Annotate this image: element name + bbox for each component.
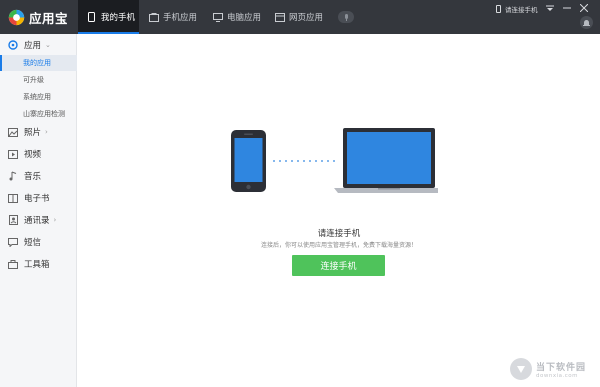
sidebar-item-label: 电子书 [24,194,50,204]
sidebar-item-toolbox[interactable]: 工具箱 [0,254,77,274]
sidebar-subitem-fake-app-check[interactable]: 山寨应用检测 [0,106,77,122]
sidebar-item-label: 工具箱 [24,260,50,270]
photo-icon [8,127,18,137]
menu-button[interactable] [545,3,555,13]
sidebar-item-label: 应用 [24,41,42,51]
sidebar-item-apps[interactable]: 应用 ⌄ [0,35,77,55]
tab-pc-apps[interactable]: 电脑应用 [212,0,272,34]
contacts-icon [8,215,18,225]
sidebar: 应用 ⌄ 我的应用 可升级 系统应用 山寨应用检测 照片 › 视频 音乐 电子书 [0,34,77,387]
sidebar-subitem-upgradable[interactable]: 可升级 [0,72,77,88]
sidebar-item-sms[interactable]: 短信 [0,232,77,252]
watermark: 当下软件园 downxia.com [510,355,594,383]
connection-dots [273,160,335,162]
sidebar-subitem-label: 系统应用 [23,93,51,101]
watermark-url: downxia.com [536,372,578,379]
bell-icon [583,19,590,26]
tab-my-phone[interactable]: 我的手机 [78,0,139,34]
sidebar-item-photos[interactable]: 照片 › [0,122,77,142]
chevron-down-icon: ⌄ [45,41,51,49]
sidebar-item-ebooks[interactable]: 电子书 [0,188,77,208]
tab-label: 手机应用 [163,13,198,23]
connect-status-label: 请连接手机 [505,6,538,14]
tab-label: 电脑应用 [227,13,262,23]
connect-subtitle: 连接后，你可以使用应用宝管理手机，免费下载海量资源！ [260,242,417,249]
main-content: 请连接手机 连接后，你可以使用应用宝管理手机，免费下载海量资源！ 连接手机 [78,34,600,387]
watermark-title: 当下软件园 [536,362,587,373]
sidebar-item-music[interactable]: 音乐 [0,166,77,186]
app-name: 应用宝 [29,10,69,26]
sidebar-subitem-my-apps[interactable]: 我的应用 [0,55,77,71]
apps-icon [8,40,18,50]
connect-phone-button[interactable]: 连接手机 [292,255,385,276]
monitor-icon [212,12,223,23]
music-icon [8,171,18,181]
toolbox-icon [8,259,18,269]
sms-icon [8,237,18,247]
menu-icon [546,5,554,11]
tab-web-apps[interactable]: 网页应用 [274,0,334,34]
sidebar-subitem-label: 山寨应用检测 [23,110,65,118]
app-store-icon [148,12,159,23]
minimize-button[interactable] [562,3,572,13]
laptop-illustration-icon [334,128,438,193]
voice-search-button[interactable] [338,11,354,23]
watermark-logo-icon [510,358,532,380]
sidebar-item-videos[interactable]: 视频 [0,144,77,164]
sidebar-item-label: 照片 [24,128,42,138]
close-icon [580,4,588,12]
tab-label: 网页应用 [289,13,324,23]
connect-illustration [231,128,438,193]
connect-title: 请连接手机 [317,229,361,239]
phone-illustration-icon [231,130,266,192]
book-icon [8,193,18,203]
app-logo[interactable]: 应用宝 [8,6,78,28]
close-button[interactable] [579,3,589,13]
sidebar-item-label: 音乐 [24,172,42,182]
title-bar: 应用宝 我的手机 手机应用 电脑应用 网页应用 请连接手机 [0,0,600,34]
notification-button[interactable] [580,16,593,29]
minimize-icon [563,7,571,9]
sidebar-item-label: 通讯录 [24,216,50,226]
sidebar-item-label: 短信 [24,238,42,248]
sidebar-subitem-label: 可升级 [23,76,44,84]
yingyongbao-logo-icon [8,9,25,25]
sidebar-item-contacts[interactable]: 通讯录 › [0,210,77,230]
sidebar-subitem-system-apps[interactable]: 系统应用 [0,89,77,105]
tab-label: 我的手机 [101,13,136,23]
sidebar-subitem-label: 我的应用 [23,59,51,67]
tab-phone-apps[interactable]: 手机应用 [148,0,208,34]
sidebar-item-label: 视频 [24,150,42,160]
chevron-right-icon: › [45,128,48,136]
microphone-icon [344,13,348,21]
phone-icon [86,12,97,23]
video-icon [8,149,18,159]
phone-status-icon [496,5,501,13]
connect-status[interactable]: 请连接手机 [496,3,538,15]
web-icon [274,12,285,23]
chevron-right-icon: › [53,216,57,224]
